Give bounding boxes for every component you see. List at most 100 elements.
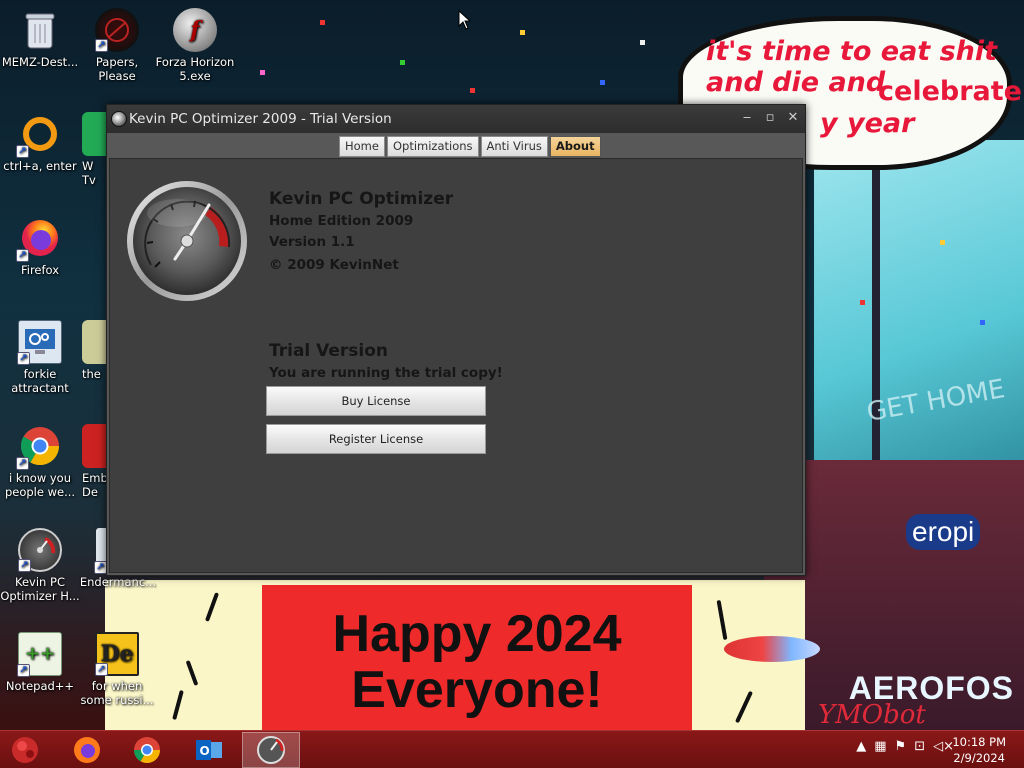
- desktop-icon-label: Endermanc...: [79, 575, 157, 589]
- desktop-icon-label: Kevin PC Optimizer H...: [0, 575, 80, 603]
- product-copyright: © 2009 KevinNet: [269, 257, 399, 273]
- system-settings-icon: ↗: [17, 320, 62, 365]
- clock-time: 10:18 PM: [952, 735, 1006, 749]
- desktop-icon-forza[interactable]: f Forza Horizon 5.exe: [155, 8, 235, 83]
- taskbar-firefox[interactable]: [58, 732, 116, 768]
- desktop-icon-label: W Tv: [82, 159, 96, 187]
- desktop-icon-chrome[interactable]: ↗ i know you people we...: [0, 424, 80, 499]
- maximize-button[interactable]: ▫: [760, 109, 780, 127]
- confetti: [400, 60, 405, 65]
- shortcut-arrow-icon: ↗: [16, 457, 29, 470]
- chrome-icon: [133, 737, 161, 764]
- wallpaper-sticker-eropi: eropi: [906, 514, 981, 550]
- shortcut-arrow-icon: ↗: [16, 249, 29, 262]
- flash-icon: f: [173, 8, 217, 52]
- partial-icon: [82, 112, 106, 156]
- desktop-icon-partial-w[interactable]: W Tv: [82, 112, 106, 187]
- optimizer-window[interactable]: Kevin PC Optimizer 2009 - Trial Version …: [106, 104, 806, 576]
- volume-muted-icon[interactable]: ◁×: [933, 739, 954, 754]
- shortcut-arrow-icon: ↗: [18, 559, 31, 572]
- tab-bar: Home Optimizations Anti Virus About: [339, 136, 601, 157]
- desktop-icon-memz[interactable]: MEMZ-Dest...: [0, 8, 80, 69]
- desktop-icon-forkie[interactable]: ↗ forkie attractant: [0, 320, 80, 395]
- mouse-cursor-icon: [458, 10, 472, 30]
- product-edition: Home Edition 2009: [269, 213, 414, 229]
- confetti: [470, 88, 475, 93]
- register-license-button[interactable]: Register License: [266, 424, 486, 454]
- desktop-icon-label: for when some russi...: [80, 679, 154, 707]
- desktop-icon-de[interactable]: De ↗ for when some russi...: [77, 632, 157, 707]
- system-tray: ▲ ▦ ⚑ ⊡ ◁×: [856, 739, 954, 754]
- taskbar-chrome[interactable]: [118, 732, 176, 768]
- wallpaper-banner-text: Happy 2024 Everyone!: [332, 605, 622, 719]
- gauge-icon: ↗: [18, 528, 62, 572]
- desktop-icon-papers-please[interactable]: ↗ Papers, Please: [77, 8, 157, 83]
- app-gauge-icon: [111, 111, 127, 127]
- desktop-icon-label: i know you people we...: [4, 471, 76, 499]
- window-title: Kevin PC Optimizer 2009 - Trial Version: [129, 111, 392, 127]
- desktop-icon-partial-emb[interactable]: Emb De: [82, 424, 106, 499]
- tab-about[interactable]: About: [549, 136, 601, 157]
- wallpaper-sticker-aerofos: AEROFOS: [848, 670, 1014, 706]
- buy-license-button[interactable]: Buy License: [266, 386, 486, 416]
- desktop-icon-partial-the[interactable]: the: [82, 320, 106, 381]
- desktop-icon-label: the: [82, 367, 101, 381]
- desktop-icon-label: Notepad++: [5, 679, 75, 693]
- shortcut-arrow-icon: ↗: [16, 145, 29, 158]
- desktop-icon-label: Firefox: [20, 263, 60, 277]
- speech-bubble-line3: y year: [820, 108, 915, 139]
- about-panel: Kevin PC Optimizer Home Edition 2009 Ver…: [109, 158, 803, 573]
- flag-icon[interactable]: ⚑: [895, 739, 907, 754]
- partial-icon: [82, 320, 106, 364]
- show-hidden-icons-icon[interactable]: ▲: [856, 739, 866, 754]
- tab-home[interactable]: Home: [339, 136, 385, 157]
- close-button[interactable]: ✕: [783, 109, 803, 127]
- taskbar-clock[interactable]: 10:18 PM 2/9/2024: [952, 734, 1006, 766]
- confetti: [860, 300, 865, 305]
- de-icon: De ↗: [95, 632, 139, 676]
- orange-ring-icon: ↗: [16, 112, 62, 158]
- desktop-icon-label: MEMZ-Dest...: [1, 55, 79, 69]
- start-orb-icon: [12, 737, 38, 763]
- confetti: [520, 30, 525, 35]
- trial-heading: Trial Version: [269, 341, 389, 361]
- papers-please-icon: ↗: [95, 8, 139, 52]
- firefox-icon: [74, 737, 100, 763]
- confetti: [260, 70, 265, 75]
- tab-optimizations[interactable]: Optimizations: [386, 136, 479, 157]
- desktop-icon-firefox[interactable]: ↗ Firefox: [0, 216, 80, 277]
- minimize-button[interactable]: ‒: [737, 109, 757, 127]
- desktop-icon-label: forkie attractant: [11, 367, 69, 395]
- clock-date: 2/9/2024: [953, 751, 1005, 765]
- wallpaper-fish: [724, 636, 820, 662]
- taskbar: O ▲ ▦ ⚑ ⊡ ◁× 10:18 PM 2/9/2024: [0, 730, 1024, 768]
- chrome-icon: ↗: [16, 424, 62, 470]
- outlook-icon: O: [196, 740, 222, 760]
- shortcut-arrow-icon: ↗: [95, 39, 108, 52]
- desktop-icon-label: Papers, Please: [95, 55, 139, 83]
- taskbar-kevin-pc-optimizer[interactable]: [242, 732, 300, 768]
- speech-bubble-line2b: celebrate: [878, 76, 1022, 107]
- gauge-icon: [257, 736, 285, 764]
- wallpaper-billboard: [814, 140, 1024, 470]
- tab-anti-virus[interactable]: Anti Virus: [480, 136, 548, 157]
- window-titlebar[interactable]: Kevin PC Optimizer 2009 - Trial Version …: [107, 105, 805, 133]
- taskbar-outlook[interactable]: O: [180, 732, 238, 768]
- shortcut-arrow-icon: ↗: [95, 663, 108, 676]
- product-version: Version 1.1: [269, 234, 355, 250]
- shortcut-arrow-icon: ↗: [17, 352, 30, 365]
- speedometer-gauge-icon: [127, 181, 247, 301]
- confetti: [600, 80, 605, 85]
- desktop-icon-ctrl-a[interactable]: ↗ ctrl+a, enter: [0, 112, 80, 173]
- svg-text:O: O: [200, 744, 210, 758]
- desktop-icon-label: Emb De: [82, 471, 106, 499]
- partial-icon: [82, 424, 106, 468]
- network-icon[interactable]: ⊡: [914, 739, 925, 754]
- action-center-icon[interactable]: ▦: [874, 739, 886, 754]
- confetti: [940, 240, 945, 245]
- desktop-icon-notepad-plus-plus[interactable]: ++ ↗ Notepad++: [0, 632, 80, 693]
- shortcut-arrow-icon: ↗: [17, 664, 30, 677]
- recycle-bin-icon: [18, 8, 62, 52]
- start-button[interactable]: [0, 732, 50, 768]
- desktop-icon-kevin-pc-optimizer[interactable]: ↗ Kevin PC Optimizer H...: [0, 528, 80, 603]
